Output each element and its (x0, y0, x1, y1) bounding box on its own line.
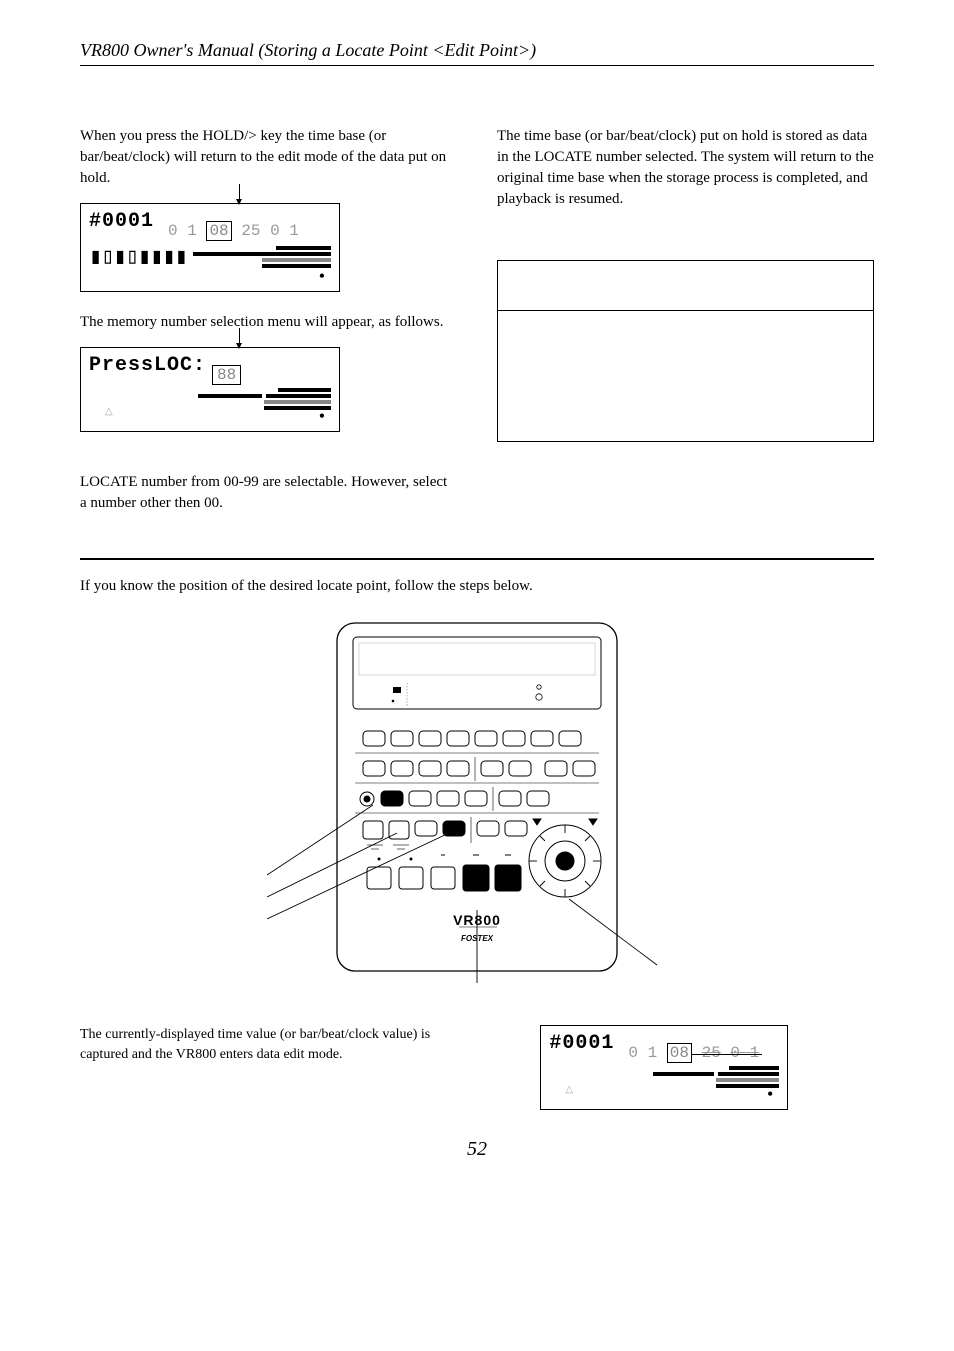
lcd3-time-seg4: 0 1 (730, 1044, 759, 1062)
page-number: 52 (80, 1138, 874, 1161)
left-para-1: When you press the HOLD/> key the time b… (80, 126, 457, 189)
header-rule (80, 65, 874, 66)
arrow-indicator (239, 328, 240, 348)
lcd-display-1: #0001 0 1 08 25 0 1 ▮▯▮▯▮▮▮▮ (80, 203, 340, 292)
lcd3-time-seg2-boxed: 08 (667, 1043, 692, 1063)
lcd1-level-glyph: ▮▯▮▯▮▮▮▮ (89, 244, 187, 270)
section-rule (80, 558, 874, 560)
left-para-2: The memory number selection menu will ap… (80, 312, 457, 333)
lcd3-meters (653, 1066, 780, 1088)
page-header-title: VR800 Owner's Manual (Storing a Locate P… (80, 40, 874, 61)
lcd1-time-seg3: 25 (241, 222, 260, 240)
bottom-para: The currently-displayed time value (or b… (80, 1025, 480, 1064)
notes-box (497, 260, 874, 442)
lcd1-program-number: #0001 (89, 210, 154, 233)
lcd2-meters (198, 388, 331, 410)
notes-row-2 (498, 311, 873, 441)
two-column-section: When you press the HOLD/> key the time b… (80, 126, 874, 528)
lcd3-program-number: #0001 (549, 1032, 614, 1055)
lcd2-text: PressLOC: (89, 354, 206, 377)
lcd3-time-seg1: 0 1 (628, 1044, 657, 1062)
lcd-display-3: #0001 0 1 08 25 0 1 (540, 1025, 788, 1110)
lcd3-time-seg3: 25 (702, 1044, 721, 1062)
right-column: The time base (or bar/beat/clock) put on… (497, 126, 874, 528)
lcd1-meters (193, 246, 331, 268)
lcd-display-2: PressLOC: 88 △• (80, 347, 340, 432)
notes-row-1 (498, 261, 873, 311)
right-para-1: The time base (or bar/beat/clock) put on… (497, 126, 874, 210)
left-column: When you press the HOLD/> key the time b… (80, 126, 457, 528)
lcd2-number-boxed: 88 (212, 365, 241, 385)
lcd1-time-seg4: 0 1 (270, 222, 299, 240)
lower-intro: If you know the position of the desired … (80, 578, 874, 595)
lcd1-time-seg1: 0 1 (168, 222, 197, 240)
device-svg: VR800 FOSTEX (267, 615, 687, 985)
left-para-3: LOCATE number from 00-99 are selectable.… (80, 472, 457, 514)
arrow-indicator (239, 184, 240, 204)
bottom-row: The currently-displayed time value (or b… (80, 1025, 874, 1110)
device-diagram: VR800 FOSTEX (80, 615, 874, 985)
lcd1-time-seg2-boxed: 08 (206, 221, 231, 241)
